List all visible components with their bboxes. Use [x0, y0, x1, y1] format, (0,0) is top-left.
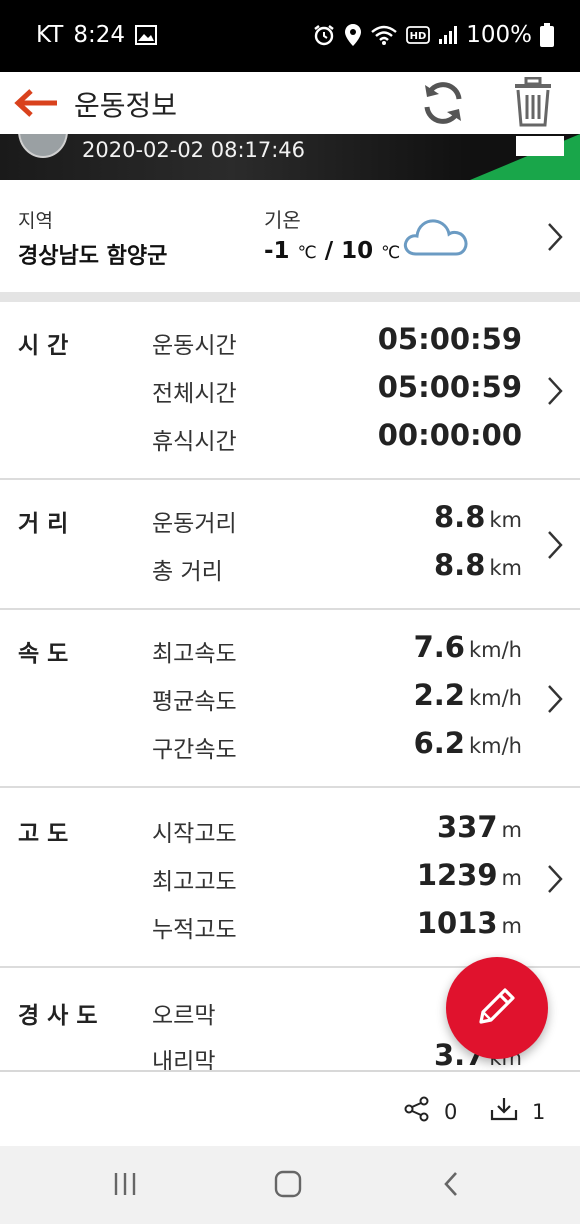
temp-unit: ℃ [381, 243, 401, 263]
image-icon [135, 25, 158, 45]
temperature-label: 기온 [264, 208, 301, 232]
section-title: 시 간 [18, 333, 69, 359]
row-label: 전체시간 [152, 381, 237, 407]
status-bar-left: KT 8:24 [36, 22, 158, 48]
row-label: 오르막 [152, 1003, 216, 1029]
cloud-icon [402, 212, 470, 262]
row-label: 시작고도 [152, 821, 237, 847]
row-label: 최고속도 [152, 641, 237, 667]
row-label: 운동거리 [152, 511, 237, 537]
row-label: 운동시간 [152, 333, 237, 359]
battery-icon [540, 23, 554, 47]
weather-row[interactable]: 지역 경상남도 함양군 기온 -1 ℃ / 10 ℃ [0, 180, 580, 292]
row-label: 내리막 [152, 1049, 216, 1070]
chevron-right-icon [544, 220, 566, 254]
section-divider [0, 292, 580, 302]
activity-datetime: 2020-02-02 08:17:46 [82, 138, 306, 162]
recent-apps-icon [111, 1171, 139, 1201]
download-count: 1 [532, 1099, 546, 1124]
temperature-value: -1 ℃ / 10 ℃ [264, 238, 400, 264]
status-bar-right: HD 100% [312, 22, 554, 48]
wifi-icon [370, 24, 398, 46]
distance-section[interactable]: 거 리 운동거리 8.8 km 총 거리 8.8 km [0, 480, 580, 608]
refresh-icon [419, 81, 467, 129]
altitude-section[interactable]: 고 도 시작고도 337 m 최고고도 1239 m 누적고도 1013 m [0, 788, 580, 966]
section-title: 경 사 도 [18, 1003, 98, 1029]
row-value: 1013 m [416, 906, 522, 940]
row-value: 2.2 km/h [413, 678, 522, 712]
app-bar: 운동정보 [0, 72, 580, 138]
section-title: 거 리 [18, 511, 69, 537]
share-count: 0 [444, 1099, 458, 1124]
activity-banner: 2020-02-02 08:17:46 [0, 134, 580, 180]
temp-separator: / [324, 238, 334, 264]
row-value: 05:00:59 [377, 322, 522, 356]
avatar [18, 134, 68, 158]
edit-pencil-icon [475, 984, 519, 1032]
temp-unit: ℃ [297, 243, 317, 263]
svg-text:HD: HD [410, 31, 427, 42]
row-label: 구간속도 [152, 737, 237, 763]
row-value: 1239 m [416, 858, 522, 892]
row-value: 05:00:59 [377, 370, 522, 404]
trash-icon [513, 76, 553, 131]
row-value: 8.8 km [434, 548, 522, 582]
refresh-button[interactable] [416, 78, 470, 132]
row-value: 8.8 km [434, 500, 522, 534]
share-button[interactable]: 0 [404, 1096, 457, 1127]
chevron-right-icon [544, 862, 566, 896]
hd-icon: HD [406, 26, 431, 44]
row-label: 최고고도 [152, 869, 237, 895]
carrier-label: KT [36, 22, 64, 48]
home-button[interactable] [263, 1166, 313, 1206]
bottom-action-bar: 0 1 [0, 1070, 580, 1146]
system-nav-bar [0, 1146, 580, 1224]
delete-button[interactable] [506, 74, 560, 134]
badge-mark [516, 136, 564, 156]
recent-apps-button[interactable] [100, 1166, 150, 1206]
chevron-right-icon [544, 682, 566, 716]
share-icon [404, 1096, 430, 1127]
row-value: 7.6 km/h [413, 630, 522, 664]
battery-percent: 100% [466, 22, 532, 48]
home-icon [274, 1170, 302, 1202]
signal-icon [438, 25, 458, 45]
chevron-right-icon [544, 528, 566, 562]
chevron-right-icon [544, 374, 566, 408]
section-title: 속 도 [18, 641, 69, 667]
edit-button[interactable] [446, 957, 548, 1059]
row-value: 6.2 km/h [413, 726, 522, 760]
status-bar: KT 8:24 HD 100% [0, 0, 580, 72]
temp-max: 10 [341, 238, 374, 264]
location-icon [344, 23, 362, 47]
page-title: 운동정보 [74, 89, 178, 122]
nav-back-button[interactable] [426, 1166, 476, 1206]
row-label: 평균속도 [152, 689, 237, 715]
clock: 8:24 [73, 22, 126, 48]
row-label: 휴식시간 [152, 429, 237, 455]
region-value: 경상남도 함양군 [18, 244, 168, 269]
section-title: 고 도 [18, 821, 69, 847]
time-section[interactable]: 시 간 운동시간 05:00:59 전체시간 05:00:59 휴식시간 00:… [0, 302, 580, 478]
row-value: 00:00:00 [377, 418, 522, 452]
row-label: 누적고도 [152, 917, 237, 943]
alarm-icon [312, 23, 336, 47]
back-button[interactable] [12, 82, 60, 128]
speed-section[interactable]: 속 도 최고속도 7.6 km/h 평균속도 2.2 km/h 구간속도 6.2 km… [0, 610, 580, 786]
download-icon [490, 1096, 518, 1127]
row-value: 337 m [436, 810, 522, 844]
download-button[interactable]: 1 [490, 1096, 545, 1127]
region-label: 지역 [18, 210, 53, 232]
back-arrow-icon [13, 88, 59, 122]
temp-min: -1 [264, 238, 290, 264]
back-icon [442, 1170, 460, 1202]
row-label: 총 거리 [152, 559, 223, 585]
